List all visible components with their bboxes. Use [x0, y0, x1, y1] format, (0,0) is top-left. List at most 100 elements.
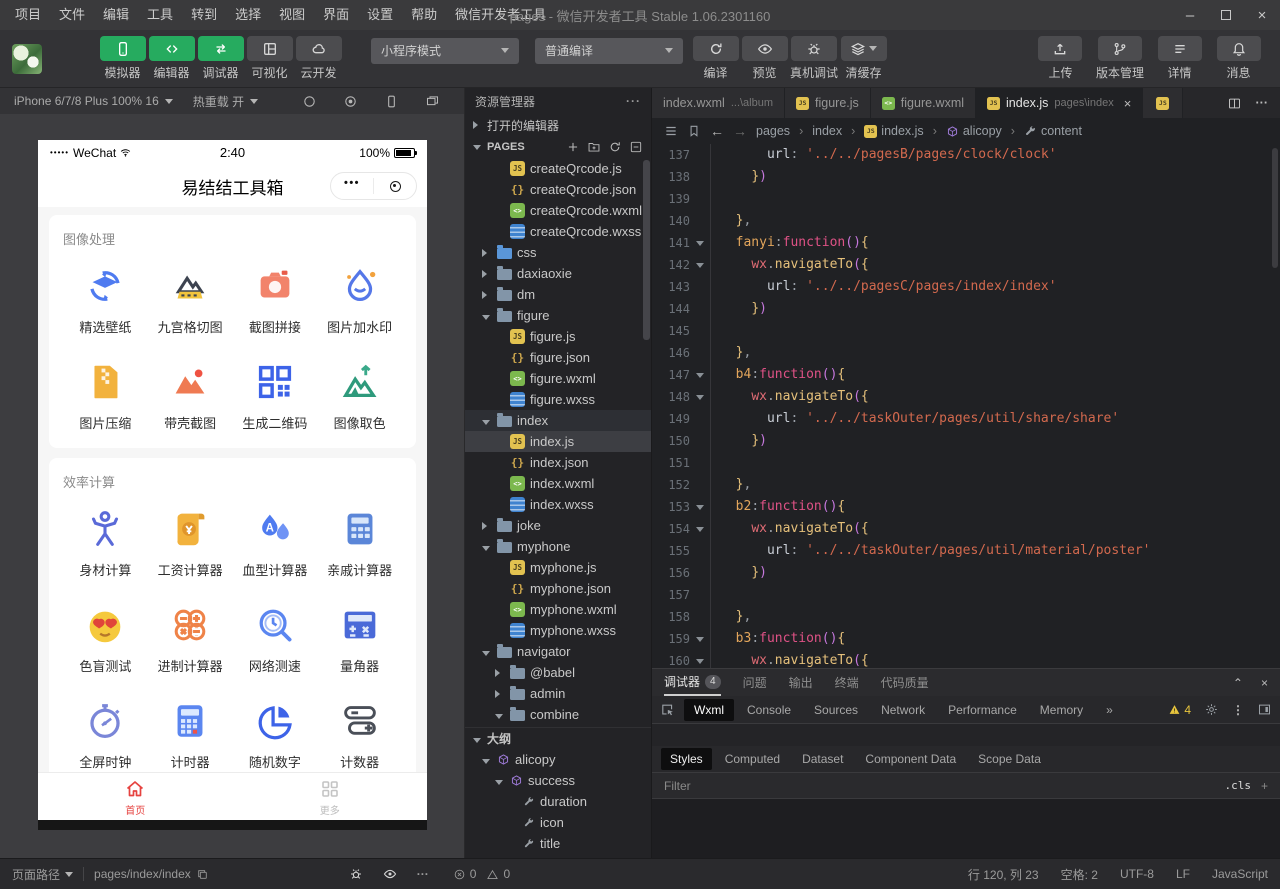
sim-device-button[interactable]	[384, 94, 399, 109]
line-number[interactable]: 152	[652, 474, 690, 496]
debugger-tab-问题[interactable]: 问题	[743, 669, 767, 696]
collapse-panel-button[interactable]: ⌃	[1233, 676, 1243, 690]
close-panel-button[interactable]: ×	[1261, 676, 1268, 690]
code-line[interactable]: 148 wx.navigateTo({	[652, 386, 1280, 408]
line-number[interactable]: 160	[652, 650, 690, 668]
code-line[interactable]: 159 b3:function(){	[652, 628, 1280, 650]
line-number[interactable]: 139	[652, 188, 690, 210]
bookmark-button[interactable]	[687, 124, 701, 138]
code-line[interactable]: 138 })	[652, 166, 1280, 188]
more-status-button[interactable]: ···	[417, 867, 429, 881]
devtools-tab-Memory[interactable]: Memory	[1030, 699, 1093, 721]
styles-tab-Component-Data[interactable]: Component Data	[856, 748, 965, 770]
code-line[interactable]: 156 })	[652, 562, 1280, 584]
tool-item[interactable]: 图像取色	[317, 358, 402, 432]
tool-item[interactable]: 身材计算	[63, 505, 148, 579]
toolbar-button-phone-sim[interactable]: 模拟器	[99, 36, 146, 81]
tool-item[interactable]: 进制计算器	[148, 601, 233, 675]
menu-item[interactable]: 界面	[314, 0, 358, 30]
tree-item-figure[interactable]: figure	[465, 305, 651, 326]
debug-status-icon[interactable]	[349, 867, 363, 881]
devtools-tab-Network[interactable]: Network	[871, 699, 935, 721]
line-number[interactable]: 157	[652, 584, 690, 606]
tree-item-@babel[interactable]: @babel	[465, 662, 651, 683]
editor-tab-figure.js[interactable]: JSfigure.js	[785, 88, 871, 118]
tool-item[interactable]: 随机数字	[233, 697, 318, 771]
tree-item-myphone.json[interactable]: {}myphone.json	[465, 578, 651, 599]
devtools-overflow-button[interactable]: »	[1096, 699, 1123, 721]
styles-tab-Scope-Data[interactable]: Scope Data	[969, 748, 1050, 770]
menu-item[interactable]: 编辑	[94, 0, 138, 30]
toolbar-button-cloud[interactable]: 云开发	[295, 36, 342, 81]
code-line[interactable]: 151	[652, 452, 1280, 474]
exit-miniprogram-button[interactable]	[374, 181, 416, 192]
toolbar-button-layout[interactable]: 可视化	[246, 36, 293, 81]
toolbar-button-branch[interactable]: 版本管理	[1096, 36, 1144, 81]
menu-item[interactable]: 视图	[270, 0, 314, 30]
statusbar-indicator[interactable]: LF	[1176, 866, 1190, 883]
dock-side-button[interactable]	[1257, 702, 1272, 717]
preview-status-icon[interactable]	[383, 867, 397, 881]
editor-tab-figure.wxml[interactable]: <>figure.wxml	[871, 88, 976, 118]
tree-item-myphone.js[interactable]: JSmyphone.js	[465, 557, 651, 578]
styles-tab-Styles[interactable]: Styles	[661, 748, 712, 770]
plus-button[interactable]	[566, 140, 580, 154]
toolbar-button-code[interactable]: 编辑器	[148, 36, 195, 81]
line-number[interactable]: 153	[652, 496, 690, 518]
code-line[interactable]: 149 url: '../../taskOuter/pages/util/sha…	[652, 408, 1280, 430]
toolbar-button-layers[interactable]: 清缓存	[840, 36, 887, 81]
tool-item[interactable]: 生成二维码	[233, 358, 318, 432]
line-number[interactable]: 145	[652, 320, 690, 342]
add-style-button[interactable]: +	[1261, 779, 1268, 793]
code-line[interactable]: 144 })	[652, 298, 1280, 320]
editor-tab-index.js[interactable]: JSindex.js pages\index ×	[976, 88, 1143, 118]
code-line[interactable]: 154 wx.navigateTo({	[652, 518, 1280, 540]
phone-tab-active[interactable]: 首页	[38, 773, 233, 820]
new-folder-button[interactable]	[587, 140, 601, 154]
code-line[interactable]: 141 fanyi:function(){	[652, 232, 1280, 254]
mode-select[interactable]: 小程序模式	[371, 38, 519, 64]
toolbar-button-eye[interactable]: 预览	[741, 36, 788, 81]
line-number[interactable]: 140	[652, 210, 690, 232]
statusbar-indicator[interactable]: UTF-8	[1120, 866, 1154, 883]
debugger-tab-调试器[interactable]: 调试器4	[664, 669, 721, 696]
toolbar-button-list[interactable]: 详情	[1156, 36, 1203, 81]
line-number[interactable]: 154	[652, 518, 690, 540]
phone-tab-more[interactable]: 更多	[233, 773, 428, 820]
open-editors-row[interactable]: 打开的编辑器	[465, 114, 651, 136]
tool-item[interactable]: 全屏时钟	[63, 697, 148, 771]
device-select[interactable]: iPhone 6/7/8 Plus 100% 16	[14, 94, 159, 108]
devtools-tab-Sources[interactable]: Sources	[804, 699, 868, 721]
code-line[interactable]: 160 wx.navigateTo({	[652, 650, 1280, 668]
breadcrumb-item-index.js[interactable]: JSindex.js	[864, 124, 923, 138]
line-number[interactable]: 155	[652, 540, 690, 562]
editor-tab-index.wxml[interactable]: index.wxml ...\album	[652, 88, 785, 118]
line-number[interactable]: 143	[652, 276, 690, 298]
menu-item[interactable]: 选择	[226, 0, 270, 30]
code-line[interactable]: 137 url: '../../pagesB/pages/clock/clock…	[652, 144, 1280, 166]
tree-item-index[interactable]: index	[465, 410, 651, 431]
tree-item-navigator[interactable]: navigator	[465, 641, 651, 662]
menu-item[interactable]: 帮助	[402, 0, 446, 30]
tool-item[interactable]: A 血型计算器	[233, 505, 318, 579]
devtools-tab-Wxml[interactable]: Wxml	[684, 699, 734, 721]
tree-item-myphone.wxml[interactable]: <>myphone.wxml	[465, 599, 651, 620]
code-line[interactable]: 140 },	[652, 210, 1280, 232]
tree-item-figure.wxml[interactable]: <>figure.wxml	[465, 368, 651, 389]
statusbar-indicator[interactable]: JavaScript	[1212, 866, 1268, 883]
menu-item[interactable]: 项目	[6, 0, 50, 30]
sim-circle-o-button[interactable]	[302, 94, 317, 109]
tree-item-daxiaoxie[interactable]: daxiaoxie	[465, 263, 651, 284]
fold-toggle[interactable]	[690, 386, 710, 408]
more-menu-button[interactable]: •••	[331, 178, 373, 194]
nav-back-button[interactable]: ←	[710, 123, 724, 139]
line-number[interactable]: 146	[652, 342, 690, 364]
toolbar-button-bell[interactable]: 消息	[1215, 36, 1262, 81]
page-path-select[interactable]: 页面路径	[12, 866, 73, 883]
tree-item-index.json[interactable]: {}index.json	[465, 452, 651, 473]
code-line[interactable]: 146 },	[652, 342, 1280, 364]
filter-input[interactable]: Filter	[664, 779, 691, 793]
avatar[interactable]	[12, 44, 42, 74]
fold-toggle[interactable]	[690, 650, 710, 668]
editor-tab-partial[interactable]: JS	[1143, 88, 1183, 118]
